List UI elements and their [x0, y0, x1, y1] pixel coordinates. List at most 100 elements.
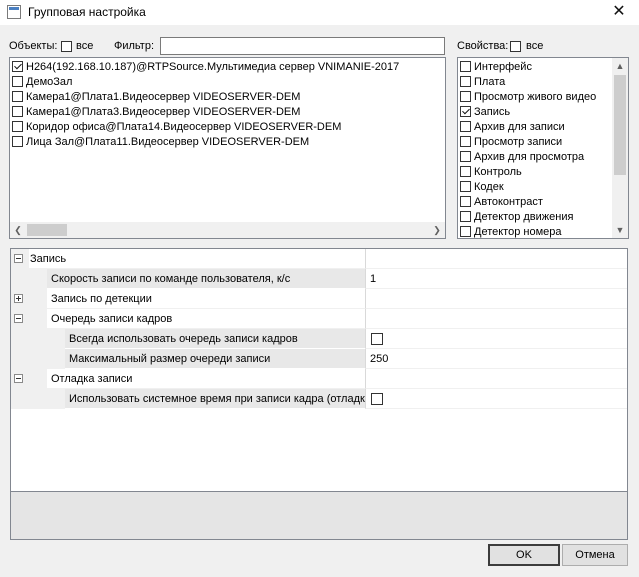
grid-value-cell[interactable]: 250 — [365, 349, 627, 369]
property-item-label: Интерфейс — [474, 61, 532, 73]
property-item-checkbox[interactable] — [460, 76, 471, 87]
grid-property-label: Скорость записи по команде пользователя,… — [47, 269, 365, 289]
grid-gutter — [11, 389, 29, 409]
properties-vertical-scrollbar[interactable]: ▲ ▼ — [612, 58, 628, 238]
grid-category-label: Отладка записи — [47, 369, 365, 389]
objects-all-label: все — [76, 40, 94, 52]
property-grid[interactable]: Запись Скорость записи по команде пользов… — [10, 248, 628, 492]
collapse-icon[interactable] — [14, 254, 23, 263]
description-panel — [10, 492, 628, 540]
grid-indent — [29, 329, 65, 349]
object-item-label: Коридор офиса@Плата14.Видеосервер VIDEOS… — [26, 121, 342, 133]
window-icon — [7, 5, 21, 19]
objects-label: Объекты: — [9, 40, 58, 52]
grid-category-row[interactable]: Отладка записи — [11, 369, 627, 389]
property-item-label: Кодек — [474, 181, 504, 193]
properties-all-label: все — [526, 40, 544, 52]
property-item-checkbox[interactable] — [460, 121, 471, 132]
collapse-icon[interactable] — [14, 374, 23, 383]
object-item-checkbox[interactable] — [12, 61, 23, 72]
object-item-label: Камера1@Плата1.Видеосервер VIDEOSERVER-D… — [26, 91, 301, 103]
property-item-checkbox[interactable] — [460, 61, 471, 72]
object-item-checkbox[interactable] — [12, 121, 23, 132]
grid-property-label: Всегда использовать очередь записи кадро… — [65, 329, 365, 349]
scroll-down-icon[interactable]: ▼ — [612, 222, 628, 238]
property-item-checkbox[interactable] — [460, 181, 471, 192]
grid-value-text[interactable]: 250 — [370, 353, 388, 365]
properties-all-checkbox[interactable] — [510, 41, 521, 52]
grid-indent — [29, 389, 65, 409]
property-item-label: Просмотр живого видео — [474, 91, 597, 103]
grid-indent — [29, 349, 65, 369]
grid-value-checkbox[interactable] — [371, 393, 383, 405]
grid-gutter — [11, 329, 29, 349]
grid-category-row[interactable]: Очередь записи кадров — [11, 309, 627, 329]
grid-category-row[interactable]: Запись по детекции — [11, 289, 627, 309]
grid-property-row[interactable]: Использовать системное время при записи … — [11, 389, 627, 409]
objects-all-checkbox[interactable] — [61, 41, 72, 52]
grid-value-text[interactable]: 1 — [370, 273, 376, 285]
object-item-checkbox[interactable] — [12, 106, 23, 117]
grid-indent — [29, 269, 47, 289]
property-item-checkbox[interactable] — [460, 136, 471, 147]
grid-property-row[interactable]: Максимальный размер очереди записи 250 — [11, 349, 627, 369]
object-item-label: ДемоЗал — [26, 76, 73, 88]
window-title: Групповая настройка — [28, 5, 146, 19]
property-item-checkbox[interactable] — [460, 226, 471, 237]
grid-indent — [29, 369, 47, 389]
property-item-label: Запись — [474, 106, 511, 118]
objects-scroll-thumb[interactable] — [27, 224, 67, 236]
property-item-checkbox[interactable] — [460, 166, 471, 177]
grid-value-cell[interactable] — [365, 329, 627, 349]
cancel-button[interactable]: Отмена — [562, 544, 628, 566]
expand-icon[interactable] — [14, 294, 23, 303]
properties-list[interactable]: Интерфейс Плата Просмотр живого видео Запис… — [457, 57, 629, 239]
objects-horizontal-scrollbar[interactable]: ❮ ❯ — [10, 222, 445, 238]
scroll-left-icon[interactable]: ❮ — [10, 222, 26, 238]
ok-button[interactable]: OK — [488, 544, 560, 566]
property-item-label: Автоконтраст — [474, 196, 543, 208]
object-item-label: Камера1@Плата3.Видеосервер VIDEOSERVER-D… — [26, 106, 301, 118]
grid-property-row[interactable]: Всегда использовать очередь записи кадро… — [11, 329, 627, 349]
grid-indent — [29, 309, 47, 329]
properties-scroll-thumb[interactable] — [614, 75, 626, 175]
property-item-checkbox[interactable] — [460, 211, 471, 222]
property-item-label: Плата — [474, 76, 506, 88]
property-item-checkbox[interactable] — [460, 151, 471, 162]
grid-category-label: Очередь записи кадров — [47, 309, 365, 329]
grid-category-label: Запись — [29, 249, 365, 269]
property-item-label: Контроль — [474, 166, 522, 178]
object-item-checkbox[interactable] — [12, 91, 23, 102]
grid-value-cell — [365, 309, 627, 329]
properties-label: Свойства: — [457, 40, 509, 52]
property-item-checkbox[interactable] — [460, 91, 471, 102]
grid-property-label: Максимальный размер очереди записи — [65, 349, 365, 369]
property-item-label: Архив для записи — [474, 121, 565, 133]
object-item-checkbox[interactable] — [12, 136, 23, 147]
property-item-label: Детектор движения — [474, 211, 574, 223]
grid-category-row[interactable]: Запись — [11, 249, 627, 269]
objects-list[interactable]: H264(192.168.10.187)@RTPSource.Мультимед… — [9, 57, 446, 239]
property-item-label: Архив для просмотра — [474, 151, 585, 163]
property-item-label: Просмотр записи — [474, 136, 563, 148]
filter-input[interactable] — [160, 37, 445, 55]
grid-gutter — [11, 269, 29, 289]
grid-value-cell[interactable] — [365, 389, 627, 409]
scroll-up-icon[interactable]: ▲ — [612, 58, 628, 74]
grid-value-checkbox[interactable] — [371, 333, 383, 345]
grid-property-row[interactable]: Скорость записи по команде пользователя,… — [11, 269, 627, 289]
grid-category-label: Запись по детекции — [47, 289, 365, 309]
object-item-checkbox[interactable] — [12, 76, 23, 87]
scroll-right-icon[interactable]: ❯ — [429, 222, 445, 238]
grid-property-label: Использовать системное время при записи … — [65, 389, 365, 409]
grid-value-cell — [365, 369, 627, 389]
grid-value-cell[interactable]: 1 — [365, 269, 627, 289]
grid-value-cell — [365, 289, 627, 309]
object-item-label: H264(192.168.10.187)@RTPSource.Мультимед… — [26, 61, 400, 73]
collapse-icon[interactable] — [14, 314, 23, 323]
grid-indent — [29, 289, 47, 309]
property-item-checkbox[interactable] — [460, 196, 471, 207]
close-icon[interactable]: ✕ — [604, 1, 634, 23]
property-item-label: Детектор номера — [474, 226, 562, 238]
property-item-checkbox[interactable] — [460, 106, 471, 117]
